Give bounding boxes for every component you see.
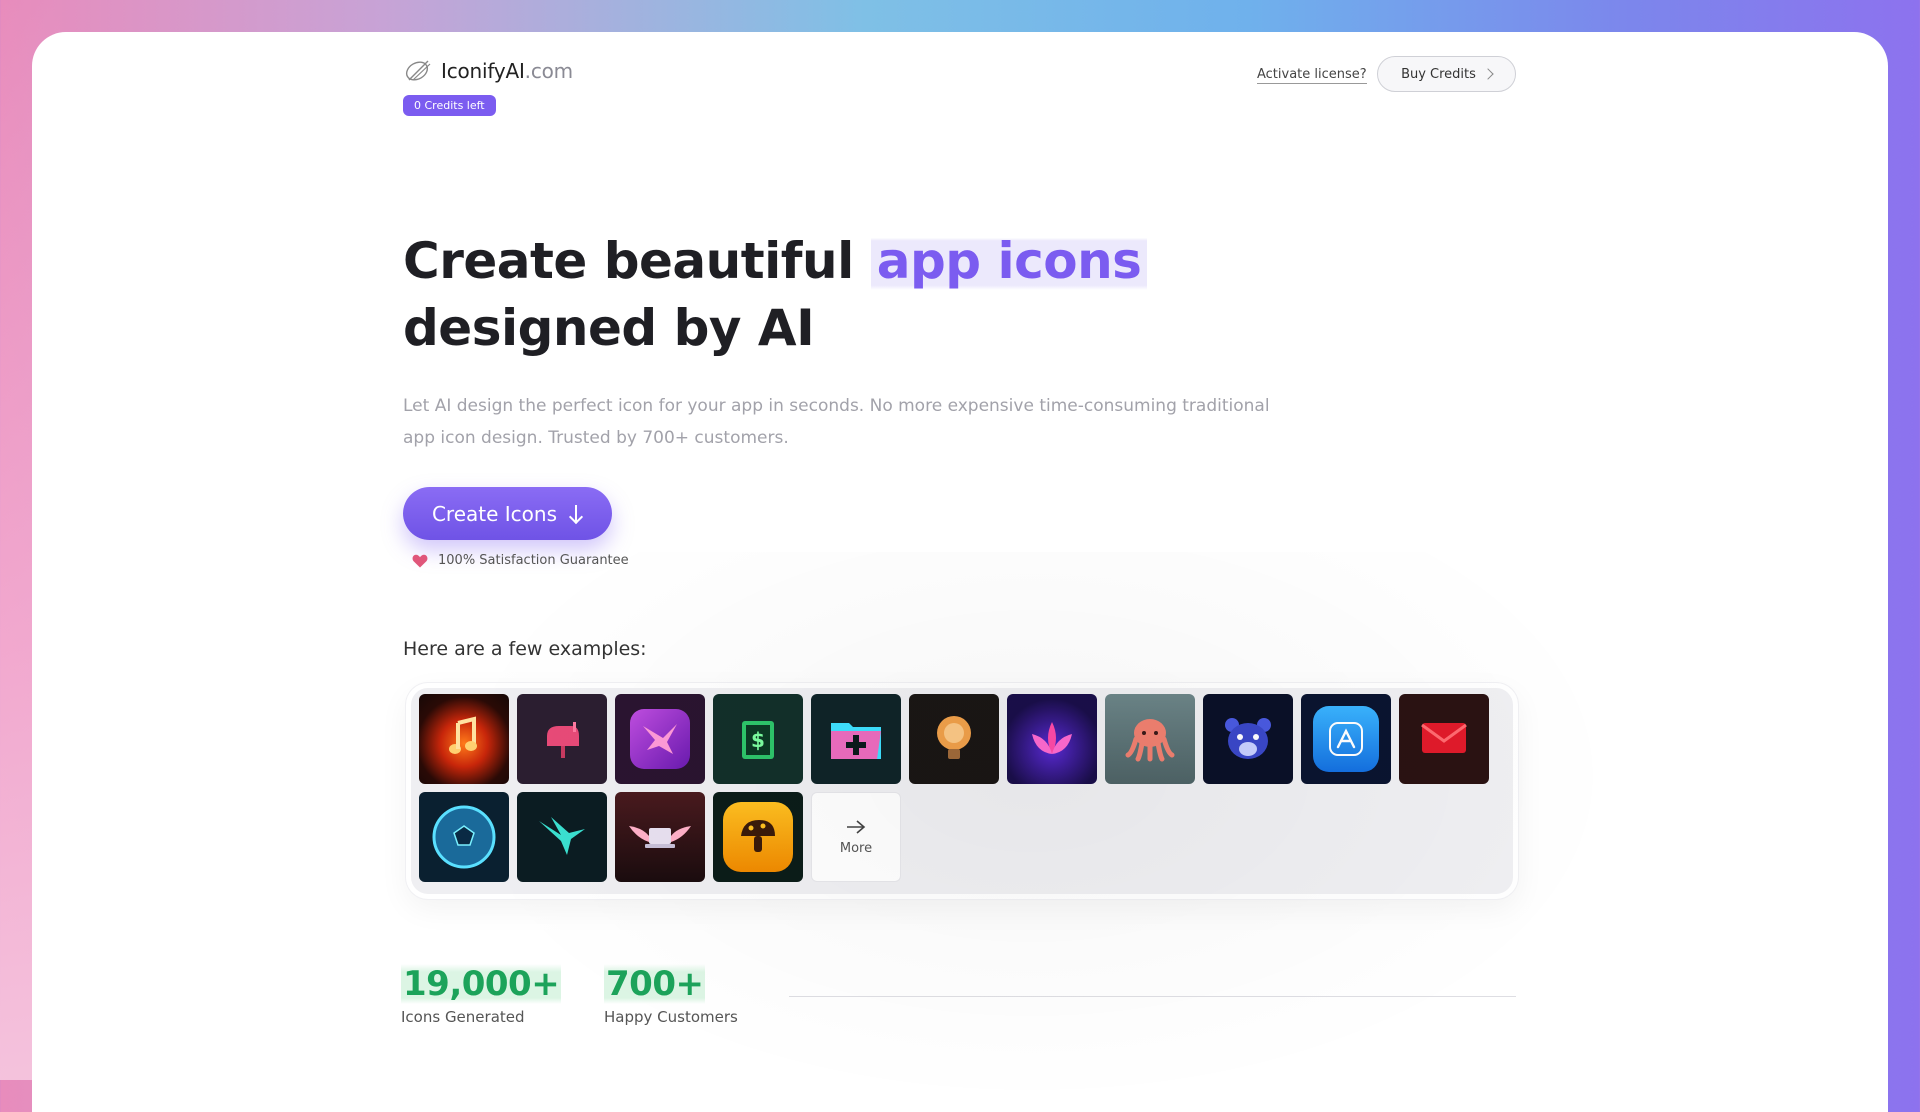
arrow-right-icon [847,819,866,834]
example-icon-winged-laptop[interactable] [615,792,705,882]
hero-title-part2: designed by AI [403,299,815,357]
logo-text: IconifyAI.com [441,59,573,83]
stat-happy-customers: 700+ Happy Customers [604,964,738,1026]
example-icon-app-store[interactable] [1301,694,1391,784]
music-flame-icon [449,716,477,754]
guarantee-text: 100% Satisfaction Guarantee [438,553,629,568]
logo-name: IconifyAI [441,59,525,83]
folder-plus-icon [831,723,881,759]
example-icon-music-flame[interactable] [419,694,509,784]
more-label: More [839,840,873,856]
example-icon-bird[interactable] [615,694,705,784]
winged-laptop-icon [629,826,691,848]
stats-divider [789,996,1516,997]
example-icon-lotus[interactable] [1007,694,1097,784]
stat-icons-generated: 19,000+ Icons Generated [401,964,562,1026]
logo[interactable]: IconifyAI.com [403,58,573,84]
hero-title: Create beautiful app icons designed by A… [403,228,1148,362]
stat-number: 19,000+ [401,964,562,1004]
heart-icon [412,554,428,567]
example-icon-folder-plus[interactable] [811,694,901,784]
create-icons-label: Create Icons [431,501,558,526]
lightbulb-icon [937,716,971,759]
create-icons-button[interactable]: Create Icons [403,487,612,540]
lotus-icon [1032,722,1072,754]
logo-domain: .com [524,59,573,83]
bear-icon [1225,718,1271,759]
svg-text:$: $ [751,728,765,752]
example-icon-bear[interactable] [1203,694,1293,784]
example-icon-octopus[interactable] [1105,694,1195,784]
example-icon-soccer-ball[interactable] [419,792,509,882]
mushroom-icon [741,820,775,852]
hummingbird-icon [539,817,585,855]
stat-label: Icons Generated [401,1008,525,1026]
stat-label: Happy Customers [604,1008,738,1026]
soccer-ball-icon [432,805,496,869]
arrow-down-icon [569,504,583,523]
main-card: IconifyAI.com 0 Credits left Activate li… [32,32,1888,1112]
examples-gallery: $ More [406,683,1518,899]
chevron-right-icon [1482,68,1494,80]
bird-icon [643,724,677,754]
example-icon-envelope[interactable] [1399,694,1489,784]
example-icon-money-book[interactable]: $ [713,694,803,784]
app-store-icon [1329,722,1363,756]
logo-icon [405,60,431,81]
octopus-icon [1125,719,1175,762]
money-book-icon: $ [742,721,774,759]
hero-title-part1: Create beautiful [403,232,854,290]
hero-title-highlight: app icons [870,232,1148,290]
more-examples-button[interactable]: More [811,792,901,882]
example-icon-hummingbird[interactable] [517,792,607,882]
example-icon-mailbox[interactable] [517,694,607,784]
examples-title: Here are a few examples: [403,638,647,660]
credits-badge: 0 Credits left [403,95,496,116]
example-icon-lightbulb[interactable] [909,694,999,784]
envelope-icon [1421,723,1467,753]
activate-license-link[interactable]: Activate license? [1257,67,1367,84]
hero-subtitle: Let AI design the perfect icon for your … [403,396,1270,448]
buy-credits-button[interactable]: Buy Credits [1377,56,1516,92]
example-icon-mushroom[interactable] [713,792,803,882]
satisfaction-guarantee: 100% Satisfaction Guarantee [412,553,629,568]
mailbox-icon [547,722,579,758]
stat-number: 700+ [604,964,706,1004]
buy-credits-label: Buy Credits [1401,66,1476,82]
